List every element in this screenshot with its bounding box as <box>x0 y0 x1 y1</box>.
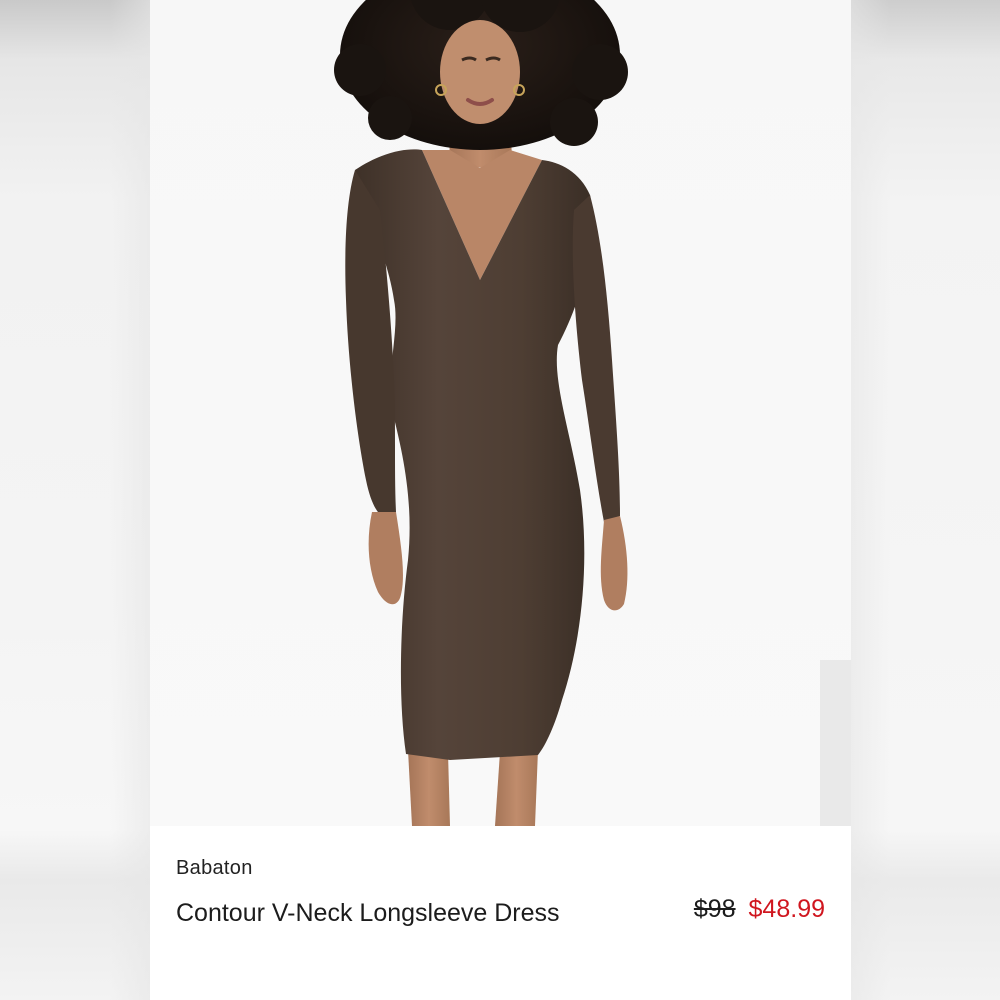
product-title[interactable]: Contour V-Neck Longsleeve Dress <box>176 892 596 934</box>
right-sleeve <box>572 195 620 522</box>
right-blur-band <box>850 0 1000 1000</box>
product-photo[interactable] <box>150 0 851 826</box>
product-card[interactable]: Babaton Contour V-Neck Longsleeve Dress … <box>150 0 851 1000</box>
original-price: $98 <box>693 895 736 923</box>
brand-name: Babaton <box>176 857 253 879</box>
left-blur-band <box>0 0 150 1000</box>
price-block: $98 $48.99 <box>694 892 825 926</box>
left-hand <box>368 512 403 605</box>
screenshot-canvas: Babaton Contour V-Neck Longsleeve Dress … <box>0 0 1000 1000</box>
sale-price: $48.99 <box>748 895 825 923</box>
right-hand <box>600 516 628 611</box>
product-photo-illustration <box>334 0 851 826</box>
backdrop-edge <box>820 660 851 826</box>
right-leg <box>495 750 538 826</box>
left-leg <box>408 750 450 826</box>
product-info[interactable]: Babaton Contour V-Neck Longsleeve Dress … <box>150 826 851 1000</box>
face <box>440 20 520 124</box>
